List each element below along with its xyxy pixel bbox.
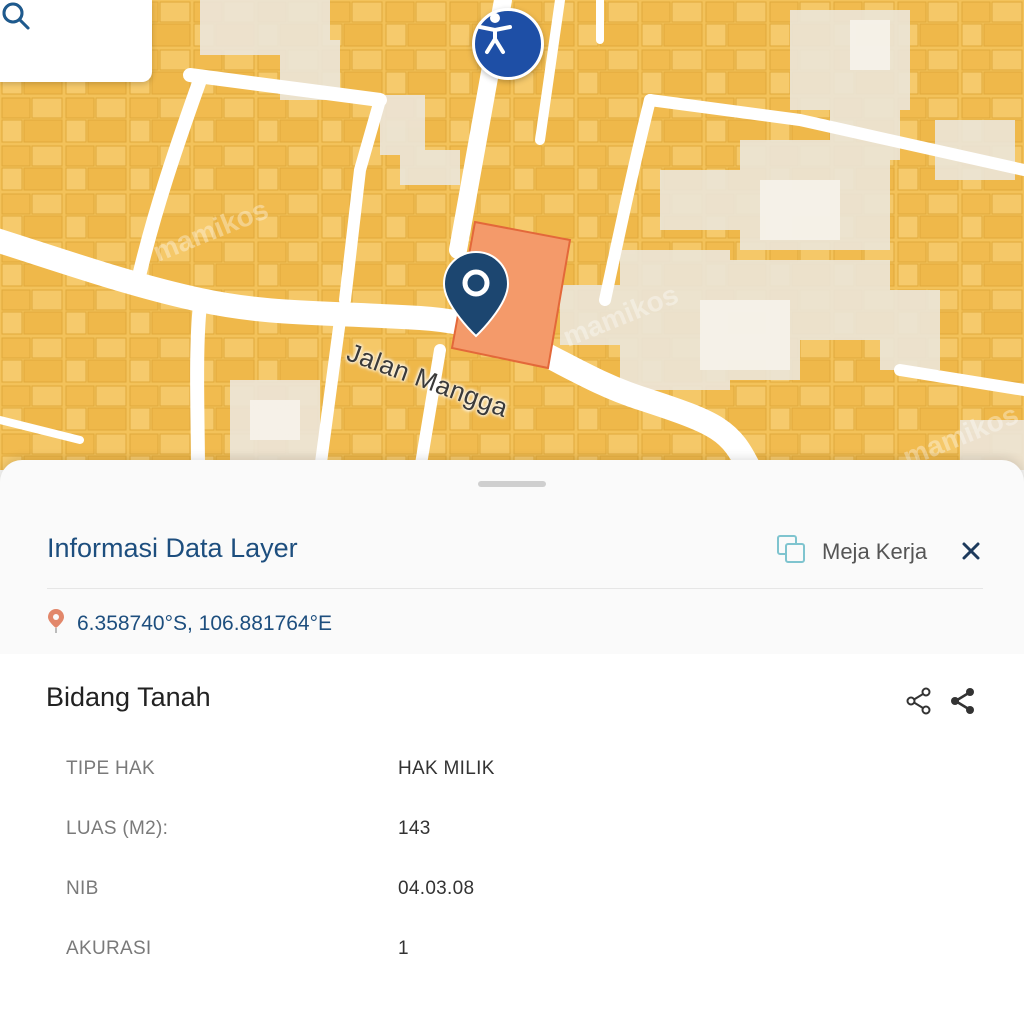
close-icon[interactable]: [958, 538, 984, 564]
section-title: Bidang Tanah: [46, 682, 211, 712]
drag-handle[interactable]: [478, 481, 546, 487]
attribute-value: 04.03.08: [398, 878, 475, 899]
location-pin-icon[interactable]: [440, 248, 512, 340]
attribute-table: TIPE HAK HAK MILIK LUAS (M2): 143 NIB 04…: [66, 750, 966, 990]
table-row: NIB 04.03.08: [66, 870, 966, 930]
search-icon[interactable]: [2, 2, 70, 59]
attribute-key: NIB: [66, 878, 99, 899]
attribute-key: AKURASI: [66, 938, 152, 959]
share-icon[interactable]: [948, 686, 978, 716]
attribute-key: TIPE HAK: [66, 758, 155, 779]
workspace-button[interactable]: Meja Kerja: [776, 534, 927, 569]
attribute-key: LUAS (M2):: [66, 818, 169, 839]
panel-title: Informasi Data Layer: [47, 533, 298, 563]
attribute-value: 1: [398, 938, 409, 959]
table-row: AKURASI 1: [66, 930, 966, 990]
map-view[interactable]: mamikos mamikos mamikos Jalan Mangga: [0, 0, 1024, 470]
divider: [47, 588, 983, 589]
map-marker-icon: [47, 608, 65, 639]
info-panel: Informasi Data Layer Meja Kerja 6.358740…: [0, 460, 1024, 1024]
table-row: LUAS (M2): 143: [66, 810, 966, 870]
search-toolbar: [0, 0, 152, 82]
coordinates: 6.358740°S, 106.881764°E: [47, 608, 332, 639]
accessibility-button[interactable]: [472, 8, 544, 80]
attribute-value: 143: [398, 818, 431, 839]
table-row: TIPE HAK HAK MILIK: [66, 750, 966, 810]
share-icon[interactable]: [904, 686, 934, 716]
search-icon[interactable]: [2, 2, 132, 59]
workspace-icon: [776, 534, 806, 569]
attribute-value: HAK MILIK: [398, 758, 495, 779]
coordinates-text: 6.358740°S, 106.881764°E: [77, 611, 333, 635]
workspace-label: Meja Kerja: [822, 538, 928, 564]
